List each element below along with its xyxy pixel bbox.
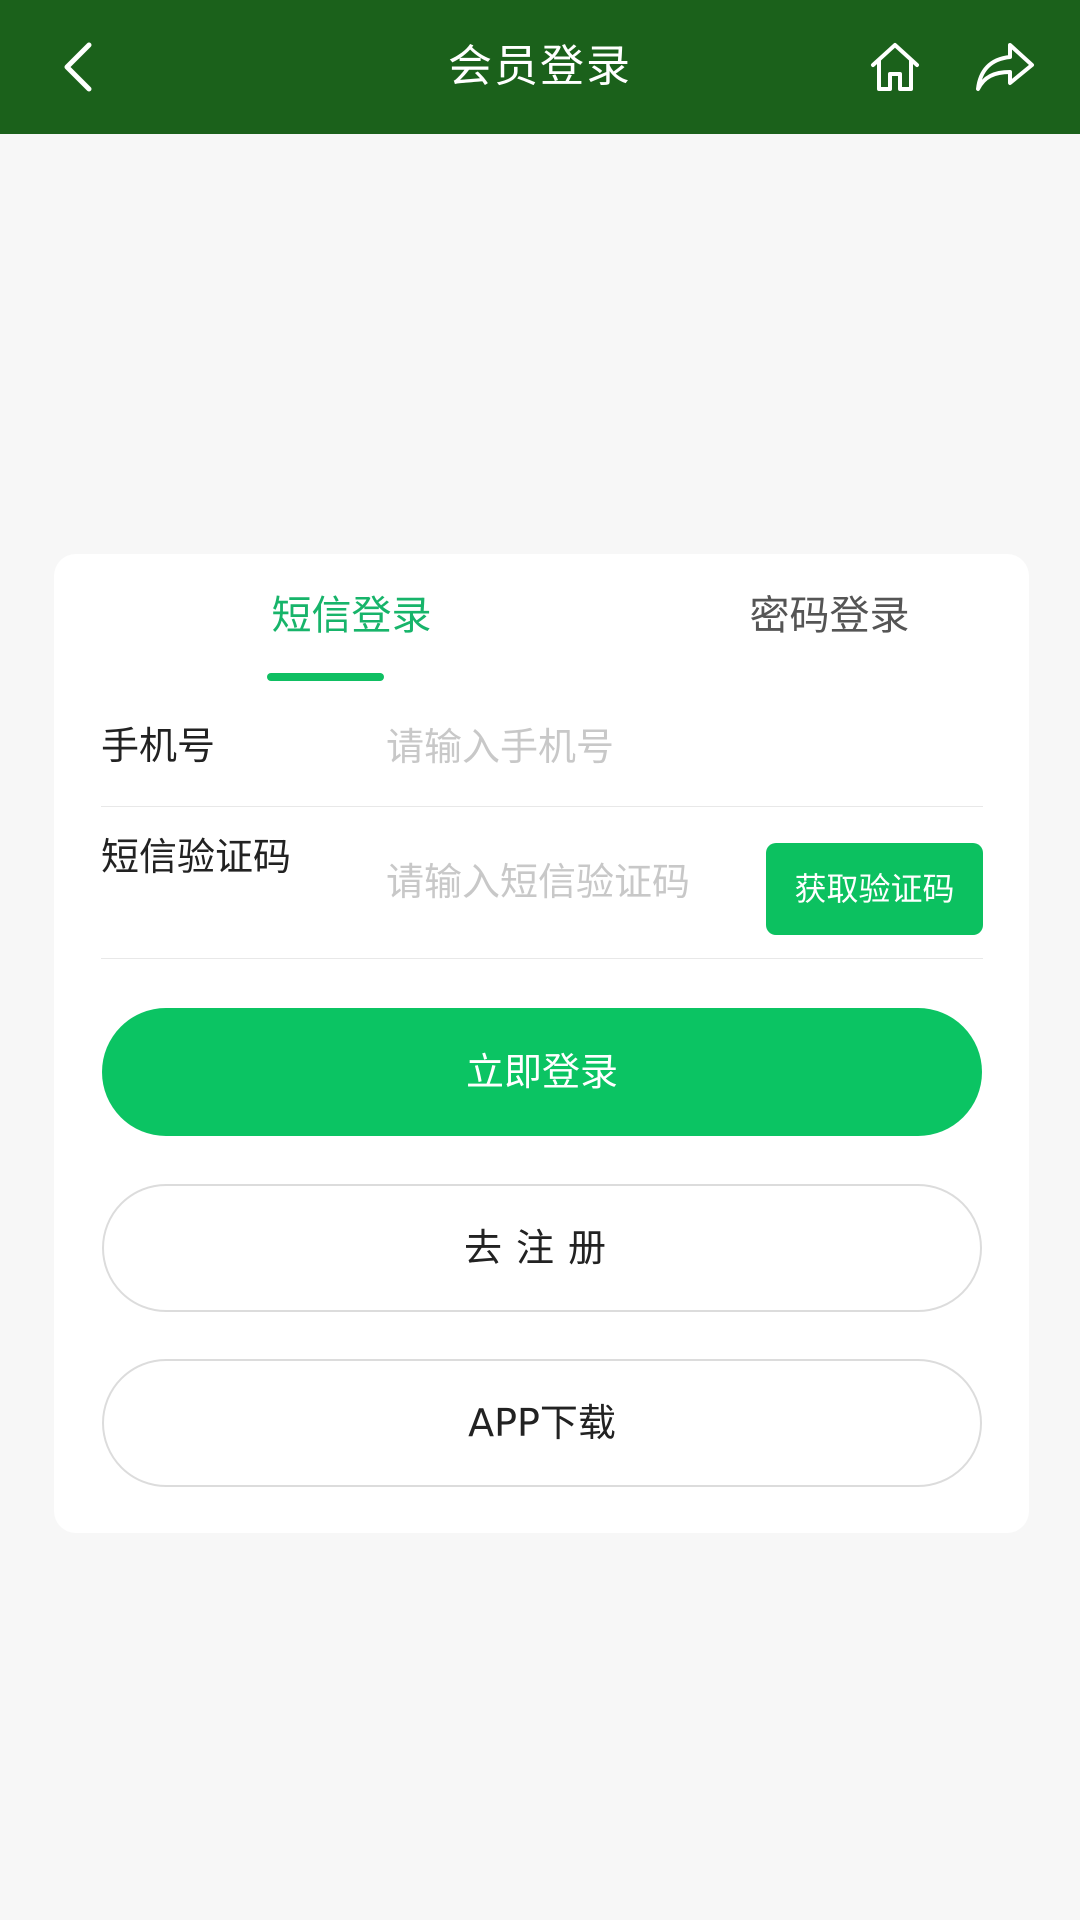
get-code-button[interactable]: 获取验证码 [766, 843, 983, 935]
active-tab-indicator [267, 673, 384, 681]
home-button[interactable] [860, 32, 930, 102]
login-button[interactable]: 立即登录 [102, 1008, 982, 1136]
login-card: 短信登录 密码登录 手机号 短信验证码 获取验证码 立即登录 去注册 APP下载 [54, 554, 1029, 1533]
phone-row: 手机号 [101, 686, 983, 807]
home-icon [871, 43, 919, 91]
register-button[interactable]: 去注册 [102, 1184, 982, 1312]
sms-code-label: 短信验证码 [101, 835, 292, 879]
tab-password-login[interactable]: 密码登录 [682, 554, 977, 674]
share-button[interactable] [970, 32, 1040, 102]
share-icon [976, 43, 1034, 91]
app-download-button[interactable]: APP下载 [102, 1359, 982, 1487]
sms-code-input[interactable] [386, 857, 746, 907]
top-navigation-bar: 会员登录 [0, 0, 1080, 134]
tab-sms-login[interactable]: 短信登录 [204, 554, 499, 674]
phone-label: 手机号 [101, 724, 216, 768]
sms-code-row: 短信验证码 获取验证码 [101, 807, 983, 959]
phone-input[interactable] [386, 722, 946, 772]
